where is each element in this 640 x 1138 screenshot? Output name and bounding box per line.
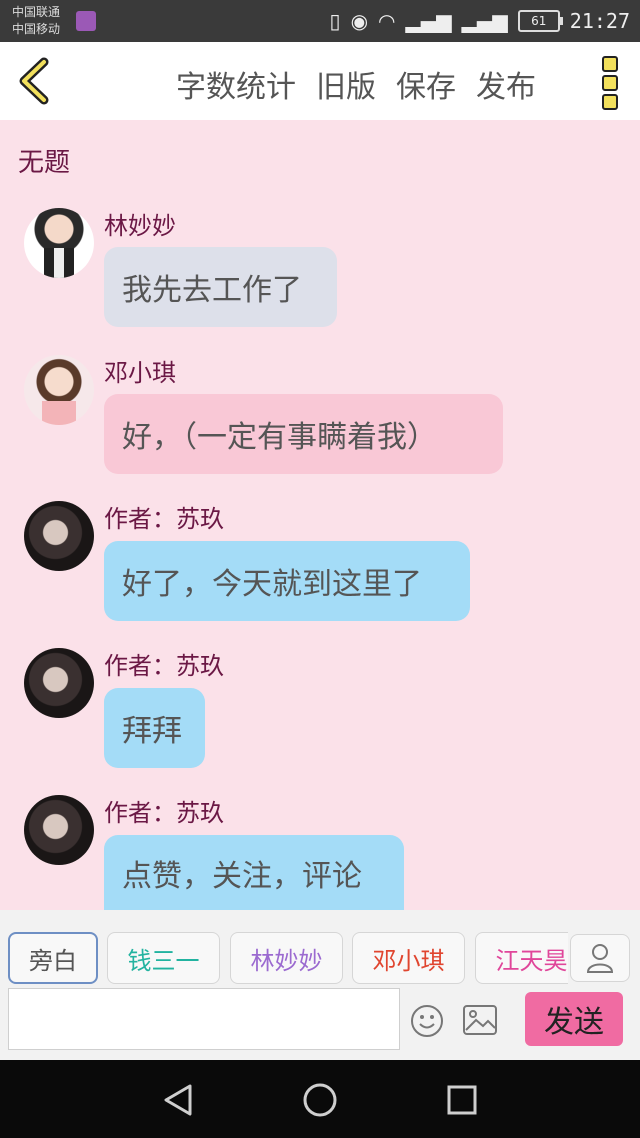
avatar[interactable] bbox=[24, 208, 94, 278]
toolbar-actions: 字数统计 旧版 保存 发布 bbox=[176, 62, 536, 106]
user-icon bbox=[586, 944, 614, 973]
carrier-labels: 中国联通 中国移动 bbox=[12, 4, 60, 38]
send-button[interactable]: 发送 bbox=[525, 992, 623, 1046]
battery-icon: 61 bbox=[517, 10, 563, 32]
back-button[interactable] bbox=[14, 56, 54, 106]
more-menu-icon[interactable] bbox=[600, 56, 620, 110]
character-selector: 旁白 钱三一 林妙妙 邓小琪 江天昊 bbox=[8, 932, 568, 988]
recents-nav-icon[interactable] bbox=[444, 1082, 480, 1118]
story-title: 无题 bbox=[18, 148, 71, 178]
sender-name: 作者：苏玖 bbox=[104, 652, 224, 680]
image-icon[interactable] bbox=[462, 1004, 498, 1036]
toolbar: 字数统计 旧版 保存 发布 bbox=[0, 42, 640, 120]
sender-name: 邓小琪 bbox=[104, 359, 176, 387]
gallery-notification-icon bbox=[76, 11, 96, 31]
save-button[interactable]: 保存 bbox=[396, 62, 456, 106]
message-bubble[interactable]: 点赞，关注，评论 bbox=[104, 835, 404, 910]
emoji-icon[interactable] bbox=[410, 1004, 444, 1038]
status-icons: ▯ ◉ ◠ ▂▄▆ ▂▄▆ 61 21:27 bbox=[330, 6, 630, 36]
character-chip[interactable]: 林妙妙 bbox=[230, 932, 343, 984]
composer-panel: 旁白 钱三一 林妙妙 邓小琪 江天昊 发送 bbox=[0, 910, 640, 1060]
signal-h-icon: ▂▄▆ bbox=[405, 9, 452, 33]
sender-name: 作者：苏玖 bbox=[104, 505, 224, 533]
character-chip[interactable]: 邓小琪 bbox=[352, 932, 465, 984]
chevron-left-icon bbox=[19, 57, 49, 105]
avatar[interactable] bbox=[24, 355, 94, 425]
character-chip[interactable]: 钱三一 bbox=[107, 932, 220, 984]
vibrate-icon: ▯ bbox=[329, 9, 341, 33]
avatar[interactable] bbox=[24, 648, 94, 718]
character-chip-narration[interactable]: 旁白 bbox=[8, 932, 98, 984]
wifi-icon: ◠ bbox=[378, 9, 396, 33]
message-bubble[interactable]: 好了，今天就到这里了 bbox=[104, 541, 470, 621]
back-nav-icon[interactable] bbox=[160, 1082, 196, 1118]
message-bubble[interactable]: 我先去工作了 bbox=[104, 247, 337, 327]
carrier-1: 中国联通 bbox=[12, 5, 61, 19]
sender-name: 作者：苏玖 bbox=[104, 799, 224, 827]
status-bar: 中国联通 中国移动 ▯ ◉ ◠ ▂▄▆ ▂▄▆ 61 21:27 bbox=[0, 0, 640, 42]
word-count-button[interactable]: 字数统计 bbox=[176, 62, 296, 106]
home-nav-icon[interactable] bbox=[302, 1082, 338, 1118]
sender-name: 林妙妙 bbox=[104, 212, 176, 240]
message-bubble[interactable]: 好，（一定有事瞒着我） bbox=[104, 394, 503, 474]
avatar[interactable] bbox=[24, 501, 94, 571]
signal-2g-icon: ▂▄▆ bbox=[461, 9, 508, 33]
carrier-2: 中国移动 bbox=[12, 22, 61, 36]
eye-icon: ◉ bbox=[350, 9, 369, 33]
old-version-button[interactable]: 旧版 bbox=[316, 62, 376, 106]
message-input[interactable] bbox=[8, 988, 400, 1050]
character-chip[interactable]: 江天昊 bbox=[475, 932, 568, 984]
add-character-button[interactable] bbox=[570, 934, 630, 982]
clock: 21:27 bbox=[569, 9, 630, 33]
avatar[interactable] bbox=[24, 795, 94, 865]
system-navigation-bar bbox=[0, 1060, 640, 1138]
message-bubble[interactable]: 拜拜 bbox=[104, 688, 205, 768]
publish-button[interactable]: 发布 bbox=[476, 62, 536, 106]
